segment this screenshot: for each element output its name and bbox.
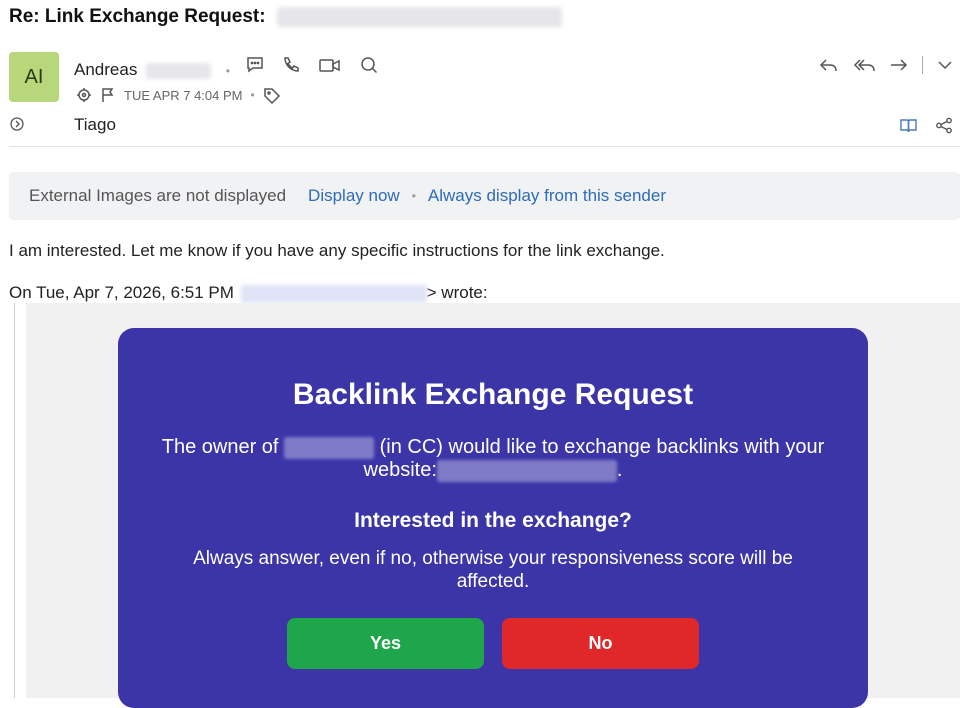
chat-icon[interactable] [245, 55, 265, 75]
card-title: Backlink Exchange Request [292, 378, 694, 411]
sent-date: TUE APR 7 4:04 PM [124, 87, 243, 103]
display-now-link[interactable]: Display now [308, 186, 400, 206]
card-note: Always answer, even if no, otherwise you… [193, 548, 793, 592]
backlink-request-card: Backlink Exchange Request The owner of (… [118, 328, 868, 708]
share-icon[interactable] [935, 117, 953, 139]
reply-icon[interactable] [818, 55, 840, 75]
description-period: . [616, 459, 623, 481]
redacted-website [436, 459, 617, 482]
toolbar-divider [922, 56, 923, 74]
separator-dot: • [250, 88, 255, 102]
reading-mode-icon[interactable] [899, 117, 918, 139]
search-icon[interactable] [359, 55, 379, 75]
yes-button[interactable]: Yes [287, 618, 484, 669]
recipient-name[interactable]: Tiago [74, 115, 116, 135]
separator-dot: • [225, 64, 230, 78]
owner-prefix: The owner of [161, 436, 279, 458]
expand-recipients-icon[interactable] [9, 116, 25, 137]
redacted-sender-lastname [146, 62, 212, 79]
quote-suffix: > wrote: [426, 283, 488, 302]
email-subject: Re: Link Exchange Request: [9, 6, 562, 28]
separator-dot: • [411, 189, 416, 203]
redacted-subject [276, 6, 562, 27]
always-display-link[interactable]: Always display from this sender [428, 186, 666, 206]
card-description: The owner of (in CC) would like to excha… [148, 436, 838, 482]
external-images-bar: External Images are not displayed Displa… [9, 172, 960, 220]
avatar[interactable]: AI [9, 52, 59, 102]
no-button[interactable]: No [502, 618, 699, 669]
flag-icon[interactable] [100, 87, 116, 103]
reply-all-icon[interactable] [852, 55, 876, 75]
video-call-icon[interactable] [318, 55, 342, 75]
quote-header: On Tue, Apr 7, 2026, 6:51 PM > wrote: [9, 283, 488, 303]
sender-row: Andreas • [74, 55, 379, 80]
message-toolbar [818, 55, 955, 75]
quote-prefix: On Tue, Apr 7, 2026, 6:51 PM [9, 283, 234, 302]
card-question: Interested in the exchange? [354, 509, 632, 532]
header-divider [9, 146, 960, 147]
forward-icon[interactable] [888, 55, 910, 75]
tag-icon[interactable] [263, 86, 281, 104]
redacted-sender-email [240, 284, 427, 303]
redacted-owner [284, 436, 375, 459]
sender-name[interactable]: Andreas [74, 60, 137, 79]
quote-border [14, 303, 15, 698]
external-images-message: External Images are not displayed [29, 186, 287, 205]
chevron-down-icon[interactable] [935, 55, 955, 75]
meta-row: TUE APR 7 4:04 PM • [76, 86, 281, 104]
subject-text: Re: Link Exchange Request: [9, 6, 266, 27]
target-icon[interactable] [76, 87, 92, 103]
reply-text: I am interested. Let me know if you have… [9, 241, 665, 260]
phone-icon[interactable] [281, 55, 301, 75]
